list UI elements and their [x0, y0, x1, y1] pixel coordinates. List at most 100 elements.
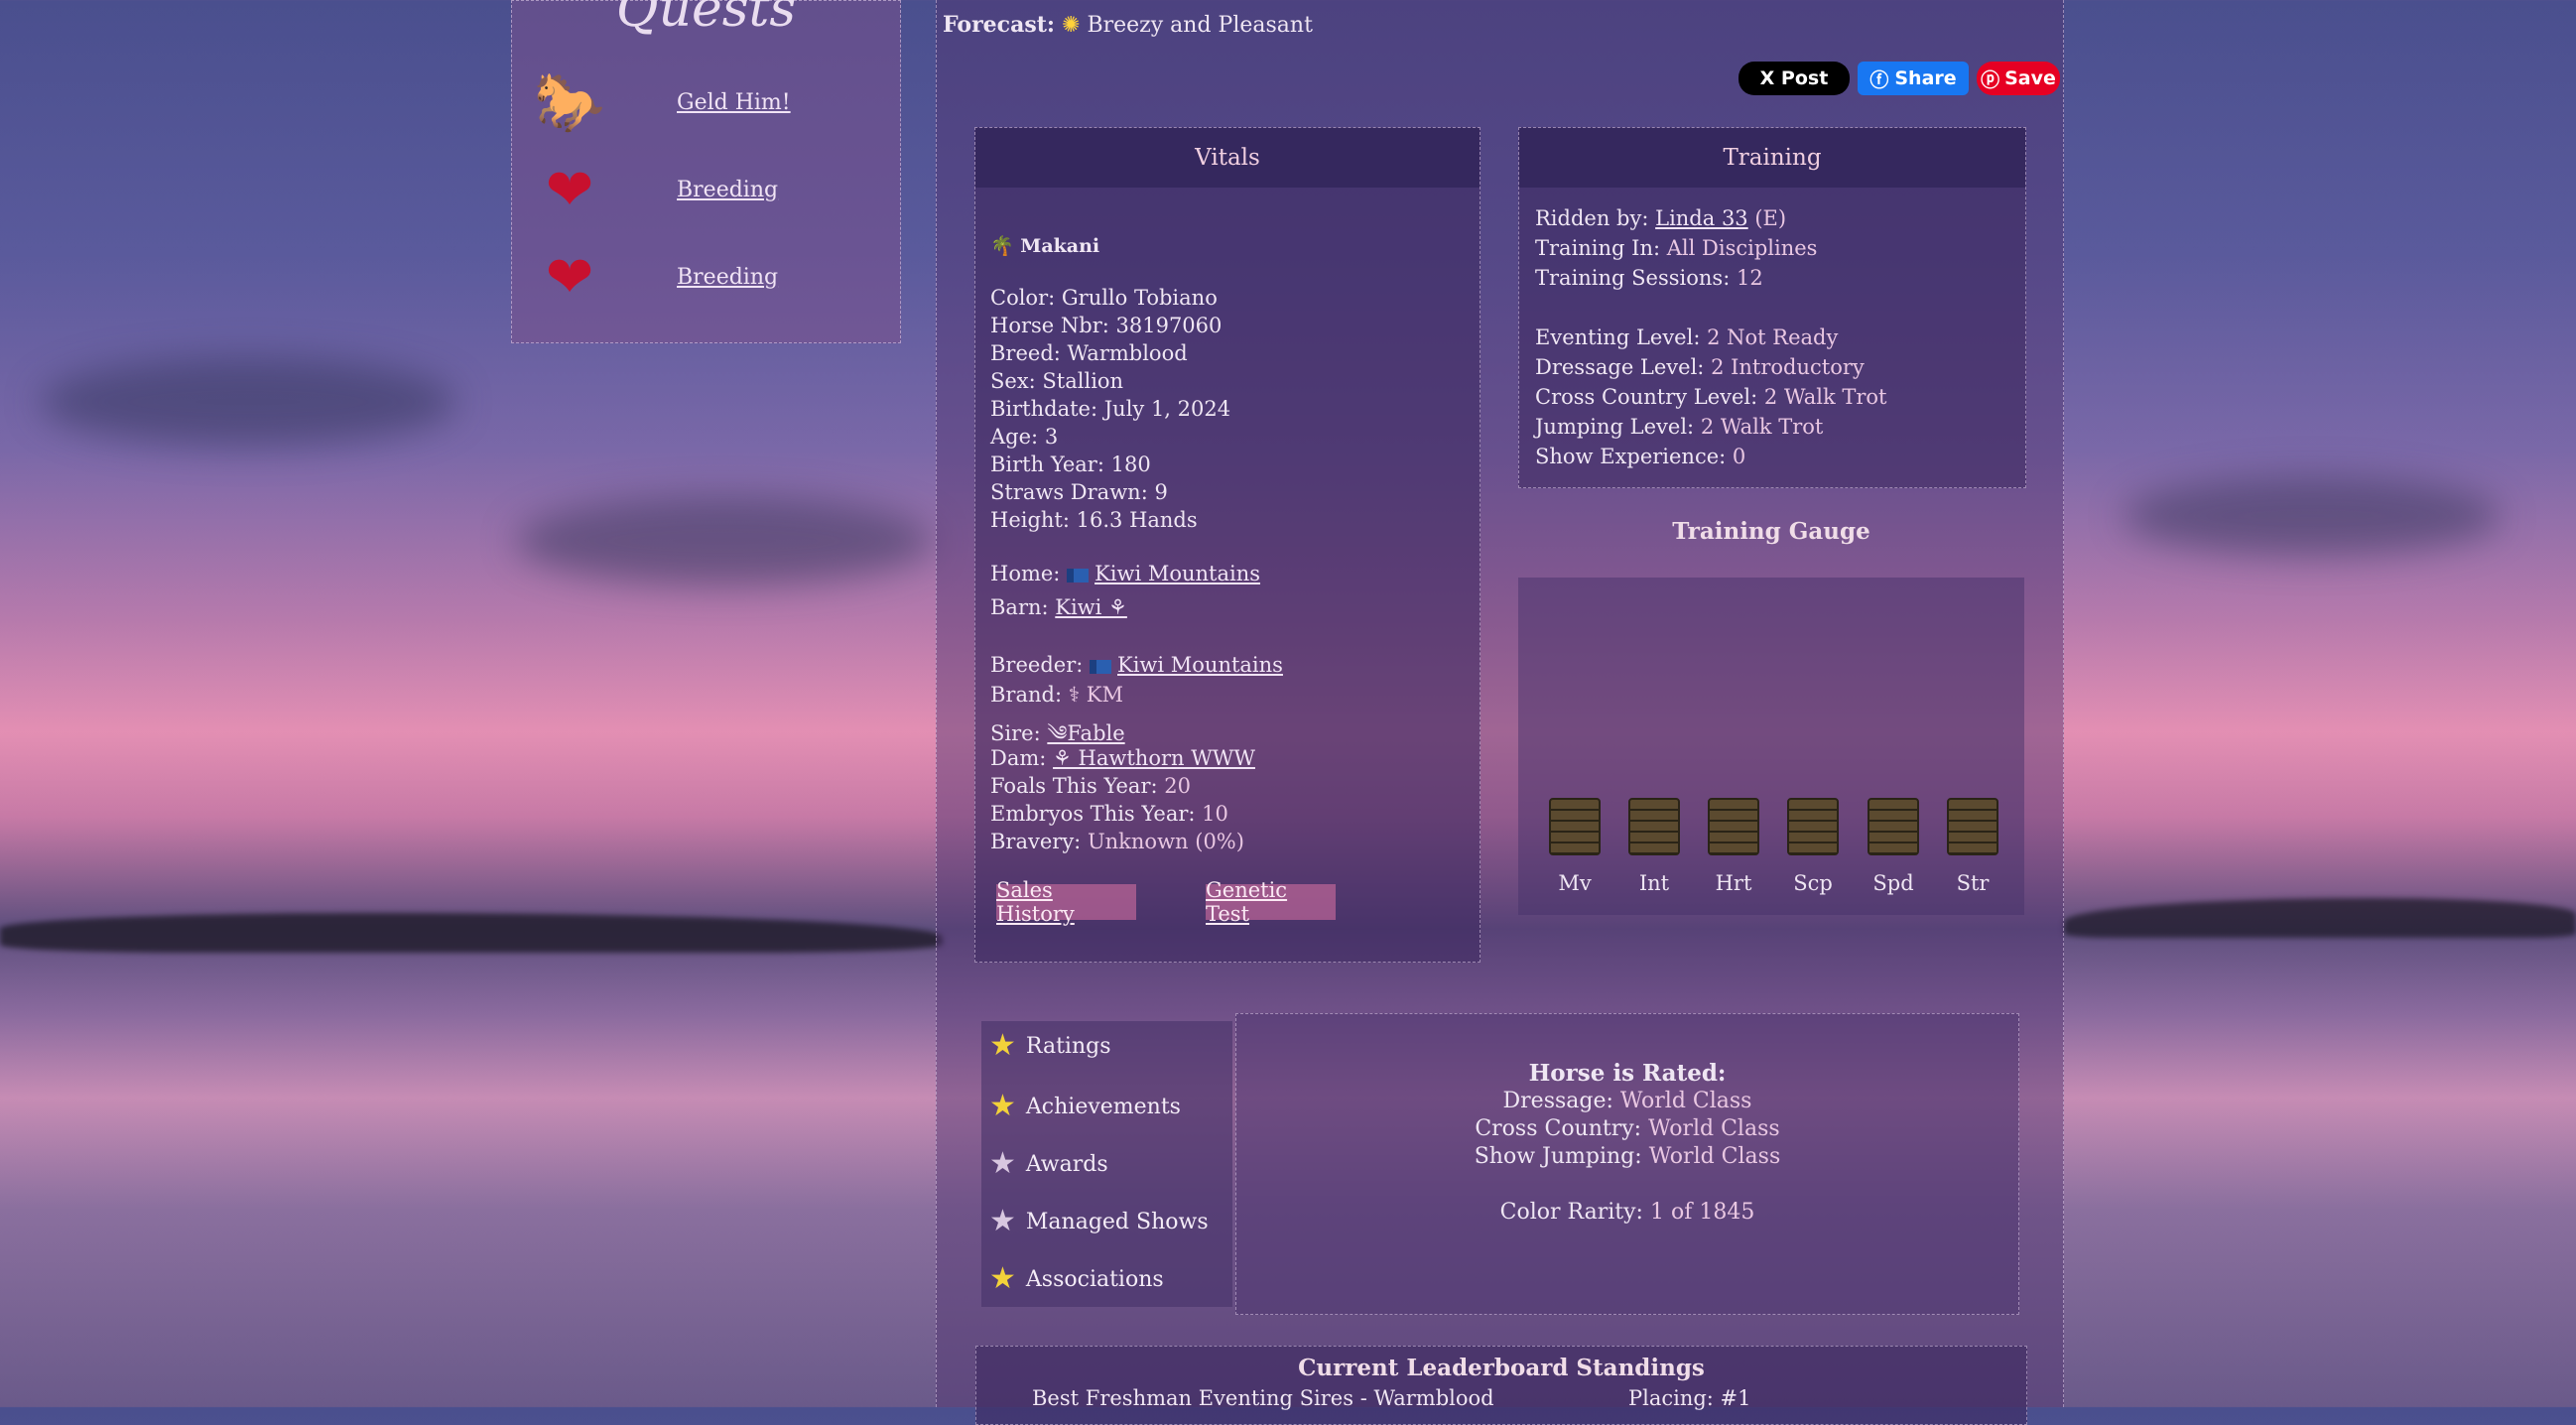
cloud: [2124, 476, 2501, 556]
eventing-level-row: Eventing Level: 2 Not Ready: [1535, 325, 1839, 349]
rated-show-jumping: Show Jumping: World Class: [1474, 1144, 1781, 1169]
brand-row: Brand: ⚕ KM: [990, 683, 1123, 707]
save-label: Save: [2004, 67, 2056, 89]
star-icon: ★: [989, 1028, 1016, 1063]
color-rarity: Color Rarity: 1 of 1845: [1499, 1200, 1755, 1225]
menu-item-associations[interactable]: ★ Associations: [989, 1261, 1164, 1297]
gauge-label: Hrt: [1715, 871, 1752, 895]
show-experience-row: Show Experience: 0: [1535, 445, 1746, 468]
horse-icon: 🐎: [533, 67, 606, 136]
breeder-link[interactable]: Kiwi Mountains: [1117, 653, 1283, 677]
pinterest-save-button[interactable]: ⓟ Save: [1977, 62, 2060, 95]
palm-icon: 🌴: [990, 235, 1014, 257]
birth-year-row: Birth Year: 180: [990, 453, 1151, 476]
facebook-share-button[interactable]: ⓕ Share: [1858, 62, 1969, 95]
horse-name: 🌴 Makani: [990, 234, 1099, 257]
gauge-bar-mv: [1549, 798, 1601, 855]
training-title: Training: [1519, 128, 2025, 188]
rated-dressage: Dressage: World Class: [1502, 1089, 1752, 1113]
height-row: Height: 16.3 Hands: [990, 508, 1198, 532]
star-icon: ★: [989, 1204, 1016, 1238]
flag-icon: [1067, 568, 1090, 583]
forecast-label: Forecast:: [943, 12, 1055, 38]
ratings-panel: Horse is Rated: Dressage: World Class Cr…: [1235, 1013, 2019, 1315]
training-gauge: Mv Int Hrt Scp Spd Str: [1518, 578, 2024, 915]
gauge-bar-scp: [1787, 798, 1839, 855]
cross-country-level-row: Cross Country Level: 2 Walk Trot: [1535, 385, 1887, 409]
horse-name-text: Makani: [1020, 235, 1100, 257]
horse-menu: ★ Ratings ★ Achievements ★ Awards ★ Managed …: [981, 1021, 1232, 1307]
star-icon: ★: [989, 1089, 1016, 1123]
gauge-bar-spd: [1868, 798, 1919, 855]
barn-link[interactable]: Kiwi ⚘: [1055, 595, 1127, 619]
genetic-test-button[interactable]: Genetic Test: [1206, 878, 1336, 926]
age-row: Age: 3: [990, 425, 1059, 449]
rated-title: Horse is Rated:: [1528, 1060, 1727, 1087]
home-link[interactable]: Kiwi Mountains: [1095, 562, 1260, 585]
gauge-label: Int: [1638, 871, 1670, 895]
quest-item-breeding[interactable]: ❤ Breeding: [534, 239, 891, 315]
share-label: Share: [1894, 67, 1957, 89]
sun-icon: ✺: [1062, 13, 1081, 38]
sales-history-button[interactable]: Sales History: [996, 878, 1136, 926]
shoreline: [0, 913, 943, 953]
facebook-icon: ⓕ: [1869, 68, 1889, 91]
forecast: Forecast: ✺ Breezy and Pleasant: [943, 12, 1313, 38]
jumping-level-row: Jumping Level: 2 Walk Trot: [1535, 415, 1824, 439]
sex-row: Sex: Stallion: [990, 369, 1124, 393]
flag-icon: [1090, 659, 1111, 674]
rider-link[interactable]: Linda 33: [1655, 206, 1748, 230]
barn-row: Barn: Kiwi ⚘: [990, 595, 1127, 619]
quests-panel: Quests 🐎 Geld Him! ❤ Breeding ❤ Breeding: [511, 0, 901, 343]
cloud: [516, 496, 933, 585]
breed-row: Breed: Warmblood: [990, 341, 1188, 365]
gauge-label: Mv: [1558, 871, 1592, 895]
heart-icon: ❤: [545, 243, 594, 311]
birthdate-row: Birthdate: July 1, 2024: [990, 397, 1231, 421]
x-post-button[interactable]: X Post: [1739, 62, 1850, 95]
leaderboard-entry: Best Freshman Eventing Sires - Warmblood: [1032, 1386, 1494, 1410]
training-gauge-title: Training Gauge: [1672, 518, 1870, 545]
training-in-row: Training In: All Disciplines: [1535, 236, 1818, 260]
sire-link[interactable]: ༄Fable: [1047, 721, 1124, 745]
nbr-row: Horse Nbr: 38197060: [990, 314, 1223, 337]
dam-row: Dam: ⚘ Hawthorn WWW: [990, 746, 1255, 770]
pinterest-icon: ⓟ: [1981, 68, 2000, 91]
leaderboard-title: Current Leaderboard Standings: [1298, 1355, 1705, 1381]
menu-item-managed-shows[interactable]: ★ Managed Shows: [989, 1204, 1209, 1239]
dressage-level-row: Dressage Level: 2 Introductory: [1535, 355, 1865, 379]
leaderboard-panel: Current Leaderboard Standings Best Fresh…: [975, 1346, 2027, 1425]
gauge-label: Spd: [1872, 871, 1914, 895]
heart-icon: ❤: [545, 156, 594, 223]
gauge-label: Str: [1956, 871, 1990, 895]
dam-link[interactable]: ⚘ Hawthorn WWW: [1053, 746, 1255, 770]
star-icon: ★: [989, 1146, 1016, 1181]
embryos-row: Embryos This Year: 10: [990, 802, 1228, 826]
bravery-row: Bravery: Unknown (0%): [990, 830, 1244, 853]
gauge-bar-hrt: [1708, 798, 1759, 855]
menu-item-awards[interactable]: ★ Awards: [989, 1146, 1108, 1182]
cloud: [40, 357, 456, 447]
ridden-by-row: Ridden by: Linda 33 (E): [1535, 206, 1787, 230]
gauge-label: Scp: [1793, 871, 1833, 895]
color-row: Color: Grullo Tobiano: [990, 286, 1218, 310]
quest-link[interactable]: Breeding: [677, 265, 778, 290]
shoreline: [2064, 898, 2576, 938]
breeder-row: Breeder: Kiwi Mountains: [990, 653, 1283, 677]
straws-row: Straws Drawn: 9: [990, 480, 1168, 504]
menu-item-ratings[interactable]: ★ Ratings: [989, 1028, 1111, 1064]
gauge-bar-str: [1947, 798, 1998, 855]
menu-item-achievements[interactable]: ★ Achievements: [989, 1089, 1181, 1124]
gauge-bar-int: [1628, 798, 1680, 855]
foals-row: Foals This Year: 20: [990, 774, 1191, 798]
training-sessions-row: Training Sessions: 12: [1535, 266, 1763, 290]
quest-item-breeding[interactable]: ❤ Breeding: [534, 152, 891, 227]
quest-link[interactable]: Geld Him!: [677, 90, 791, 115]
leaderboard-placing: Placing: #1: [1628, 1386, 1751, 1410]
quests-title: Quests: [615, 0, 797, 39]
vitals-title: Vitals: [975, 128, 1480, 188]
quest-item-geld[interactable]: 🐎 Geld Him!: [534, 65, 891, 140]
forecast-value: Breezy and Pleasant: [1087, 13, 1313, 38]
quest-link[interactable]: Breeding: [677, 178, 778, 202]
x-post-label: X Post: [1759, 67, 1829, 89]
